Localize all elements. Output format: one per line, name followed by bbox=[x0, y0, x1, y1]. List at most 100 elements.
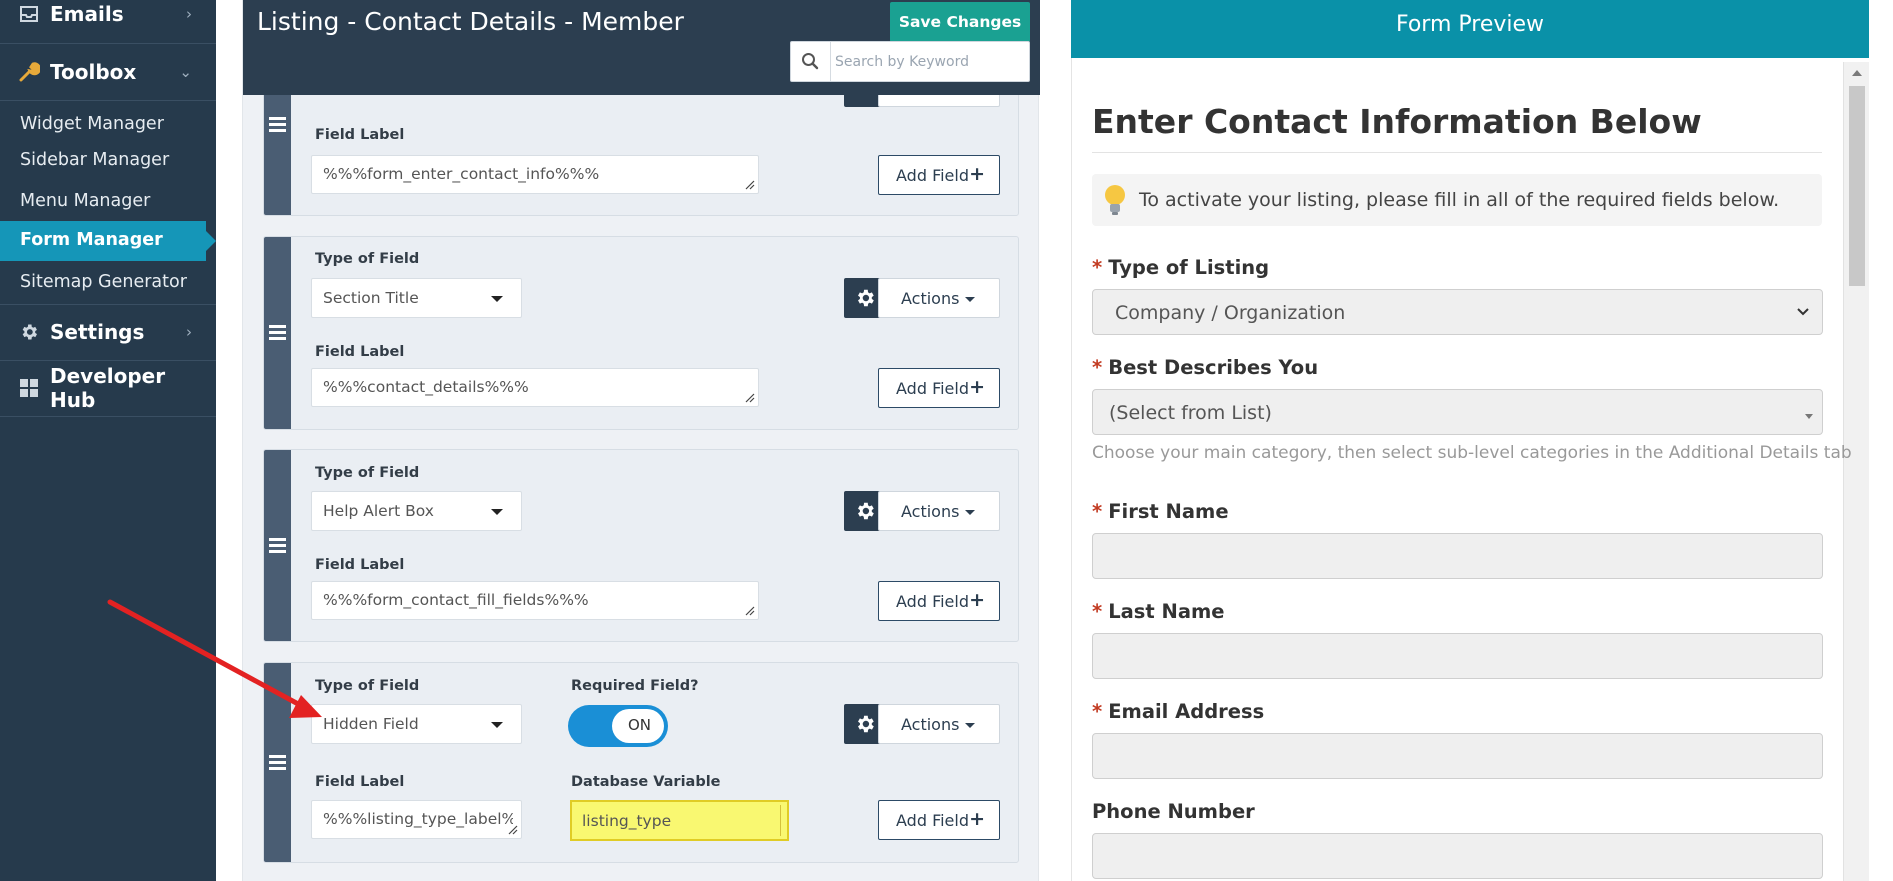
phone-label: Phone Number bbox=[1092, 800, 1255, 823]
scroll-up-icon[interactable] bbox=[1852, 70, 1862, 76]
field-card: Type of Field Hidden Field Required Fiel… bbox=[263, 662, 1019, 863]
sidebar-item-settings[interactable]: Settings › bbox=[0, 304, 216, 360]
sidebar-item-sidebar-manager[interactable]: Sidebar Manager bbox=[20, 150, 169, 170]
resize-grip-icon[interactable] bbox=[507, 824, 518, 835]
preview-scrollbar[interactable] bbox=[1843, 62, 1869, 881]
help-alert-text: To activate your listing, please fill in… bbox=[1139, 189, 1780, 211]
resize-grip-icon[interactable] bbox=[744, 605, 755, 616]
field-label-value: %%%contact_details%%% bbox=[323, 378, 529, 396]
search-input[interactable] bbox=[835, 44, 1025, 79]
first-name-field[interactable] bbox=[1092, 533, 1823, 579]
plus-icon: + bbox=[969, 589, 985, 611]
scroll-thumb[interactable] bbox=[1849, 86, 1865, 286]
category-help-text: Choose your main category, then select s… bbox=[1092, 443, 1852, 463]
best-describes-select[interactable]: (Select from List) bbox=[1092, 389, 1823, 435]
email-field[interactable] bbox=[1092, 733, 1823, 779]
actions-dropdown[interactable]: Actions bbox=[878, 491, 1000, 531]
field-type-select[interactable]: Section Title bbox=[311, 278, 522, 318]
phone-field[interactable] bbox=[1092, 833, 1823, 879]
add-field-button[interactable]: Add Field + bbox=[878, 155, 1000, 195]
field-label-value: %%%listing_type_label% bbox=[323, 810, 513, 828]
actions-dropdown[interactable]: Actions bbox=[878, 278, 1000, 318]
title-divider bbox=[1092, 152, 1822, 153]
chevron-down-icon bbox=[1797, 308, 1809, 316]
add-field-label: Add Field bbox=[896, 592, 969, 611]
label-text: Type of Listing bbox=[1108, 256, 1270, 279]
caret-down-icon bbox=[491, 296, 503, 302]
sidebar-item-label: Toolbox bbox=[50, 60, 137, 84]
drag-handle[interactable] bbox=[264, 450, 291, 641]
sidebar-item-label: Form Manager bbox=[20, 230, 163, 250]
caret-down-icon bbox=[491, 509, 503, 515]
listing-type-select[interactable]: Company / Organization bbox=[1092, 289, 1823, 335]
sidebar-item-label: Developer Hub bbox=[50, 364, 166, 412]
add-field-button[interactable]: Add Field + bbox=[878, 581, 1000, 621]
add-field-button[interactable]: Add Field + bbox=[878, 368, 1000, 408]
field-card: Type of Field Help Alert Box Actions Fie… bbox=[263, 449, 1019, 642]
email-label: * Email Address bbox=[1092, 700, 1264, 723]
sidebar-item-emails[interactable]: Emails › bbox=[0, 0, 216, 42]
field-label-heading: Field Label bbox=[315, 557, 405, 573]
required-field-heading: Required Field? bbox=[571, 678, 699, 694]
field-label-input[interactable]: %%%contact_details%%% bbox=[311, 368, 759, 407]
plus-icon: + bbox=[969, 376, 985, 398]
editor-header: Listing - Contact Details - Member Save … bbox=[243, 0, 1040, 95]
chevron-down-icon: ⌄ bbox=[179, 63, 192, 81]
field-type-value: Hidden Field bbox=[323, 715, 419, 733]
database-variable-input[interactable]: listing_type bbox=[570, 800, 789, 841]
field-label-input[interactable]: %%%form_enter_contact_info%%% bbox=[311, 155, 759, 194]
plus-icon: + bbox=[969, 808, 985, 830]
field-label-input[interactable]: %%%listing_type_label% bbox=[311, 800, 522, 839]
label-text: Email Address bbox=[1108, 700, 1265, 723]
field-label-heading: Field Label bbox=[315, 344, 405, 360]
best-describes-label: * Best Describes You bbox=[1092, 356, 1318, 379]
caret-down-icon bbox=[1805, 414, 1813, 419]
actions-label: Actions bbox=[901, 502, 960, 521]
drag-handle[interactable] bbox=[264, 237, 291, 429]
sidebar-item-sitemap-generator[interactable]: Sitemap Generator bbox=[20, 272, 187, 292]
field-type-select[interactable]: Help Alert Box bbox=[311, 491, 522, 531]
lightbulb-icon bbox=[1105, 185, 1125, 215]
resize-grip-icon[interactable] bbox=[744, 179, 755, 190]
form-title: Enter Contact Information Below bbox=[1092, 102, 1702, 141]
wrench-icon bbox=[18, 61, 40, 83]
drag-handle[interactable] bbox=[264, 663, 291, 862]
resize-grip-icon[interactable] bbox=[744, 392, 755, 403]
required-asterisk: * bbox=[1092, 256, 1103, 279]
preview-header: Form Preview bbox=[1071, 0, 1869, 58]
database-variable-value: listing_type bbox=[582, 812, 672, 830]
required-toggle[interactable]: ON bbox=[568, 705, 668, 747]
sidebar-item-menu-manager[interactable]: Menu Manager bbox=[20, 191, 150, 211]
add-field-label: Add Field bbox=[896, 379, 969, 398]
label-text: Best Describes You bbox=[1108, 356, 1319, 379]
gear-icon bbox=[858, 715, 874, 733]
preview-header-title: Form Preview bbox=[1395, 12, 1545, 37]
sidebar-item-widget-manager[interactable]: Widget Manager bbox=[20, 114, 164, 134]
caret-down-icon bbox=[965, 723, 975, 728]
actions-label: Actions bbox=[901, 715, 960, 734]
grid-icon bbox=[18, 377, 40, 399]
add-field-button[interactable]: Add Field + bbox=[878, 800, 1000, 840]
sidebar-item-developer-hub[interactable]: Developer Hub bbox=[0, 360, 216, 416]
last-name-field[interactable] bbox=[1092, 633, 1823, 679]
form-preview-panel: Form Preview Enter Contact Information B… bbox=[1071, 0, 1869, 881]
field-type-value: Help Alert Box bbox=[323, 502, 434, 520]
actions-label: Actions bbox=[901, 289, 960, 308]
inbox-icon bbox=[18, 3, 40, 25]
required-asterisk: * bbox=[1092, 500, 1103, 523]
field-label-value: %%%form_enter_contact_info%%% bbox=[323, 165, 600, 183]
field-type-value: Section Title bbox=[323, 289, 419, 307]
plus-icon: + bbox=[969, 163, 985, 185]
field-label-input[interactable]: %%%form_contact_fill_fields%%% bbox=[311, 581, 759, 620]
sidebar-item-form-manager[interactable]: Form Manager bbox=[0, 221, 216, 261]
sidebar: Emails › Toolbox ⌄ Widget Manager Sideba… bbox=[0, 0, 216, 881]
field-type-select[interactable]: Hidden Field bbox=[311, 704, 522, 744]
save-changes-button[interactable]: Save Changes bbox=[890, 2, 1030, 42]
search-box bbox=[790, 41, 1030, 82]
gear-icon bbox=[858, 502, 874, 520]
actions-dropdown[interactable]: Actions bbox=[878, 704, 1000, 744]
add-field-label: Add Field bbox=[896, 811, 969, 830]
add-field-label: Add Field bbox=[896, 166, 969, 185]
input-edge bbox=[780, 805, 781, 836]
sidebar-item-toolbox[interactable]: Toolbox ⌄ bbox=[0, 44, 216, 100]
